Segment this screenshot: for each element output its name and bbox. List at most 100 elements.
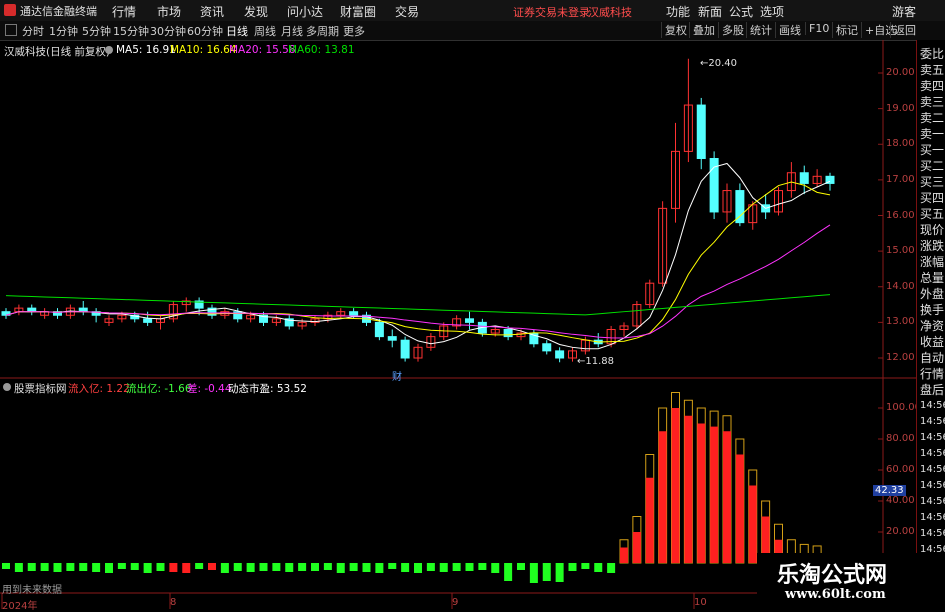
price-ytick-4: 16.00 — [886, 209, 915, 221]
toolbar-button-5[interactable]: F10 — [805, 22, 832, 35]
flow-bar — [465, 563, 474, 571]
flow-bar — [143, 563, 152, 573]
flow-fill-bar — [645, 477, 654, 563]
sidebar-item-9[interactable]: 买四 — [920, 190, 945, 206]
high-price-label: ←20.40 — [700, 58, 738, 69]
top-menu-bar: 通达信金融终端 行情 市场 资讯 发现 问小达 财富圈 交易 证券交易未登录 汉… — [0, 0, 945, 22]
toolbar-button-2[interactable]: 多股 — [718, 22, 747, 38]
sidebar-bottom-0[interactable]: 自动 — [920, 350, 945, 366]
indicator-ytick-2: 60.00 — [886, 464, 915, 475]
sidebar-item-16[interactable]: 换手 — [920, 302, 945, 318]
sidebar-item-14[interactable]: 总量 — [920, 270, 945, 286]
price-ytick-5: 15.00 — [886, 245, 915, 257]
toolbar-button-0[interactable]: 复权 — [661, 22, 690, 38]
sidebar-item-4[interactable]: 卖二 — [920, 110, 945, 126]
candle-body — [555, 350, 565, 359]
sidebar-item-12[interactable]: 涨跌 — [920, 238, 945, 254]
sidebar-item-6[interactable]: 买一 — [920, 142, 945, 158]
flow-bar — [246, 563, 255, 572]
ma60-line — [5, 294, 831, 316]
flow-fill-bar — [671, 408, 680, 563]
period-tab-6[interactable]: 日线 — [226, 23, 248, 39]
guest-label[interactable]: 游客 — [892, 3, 916, 20]
period-tab-10[interactable]: 更多 — [343, 23, 365, 39]
toolbar-button-6[interactable]: 标记 — [832, 22, 861, 38]
sidebar-item-17[interactable]: 净资 — [920, 318, 945, 334]
flow-bar — [311, 563, 319, 571]
menu-item-wealth[interactable]: 财富圈 — [340, 3, 376, 20]
flow-fill-bar — [697, 423, 706, 563]
sidebar-item-3[interactable]: 卖三 — [920, 94, 945, 110]
flow-bar — [388, 563, 397, 569]
sidebar-item-7[interactable]: 买二 — [920, 158, 945, 174]
flow-bar — [2, 563, 10, 569]
menu-function[interactable]: 功能 — [666, 3, 690, 20]
app-logo-icon — [4, 4, 16, 16]
chart-area[interactable] — [0, 40, 945, 609]
toolbar-button-1[interactable]: 叠加 — [689, 22, 718, 38]
settings-dot-icon[interactable] — [105, 46, 113, 54]
sidebar-bottom-2[interactable]: 盘后 — [920, 382, 945, 398]
period-tab-5[interactable]: 60分钟 — [187, 23, 223, 39]
sidebar-item-5[interactable]: 卖一 — [920, 126, 945, 142]
flow-bar — [529, 563, 538, 583]
menu-item-trade[interactable]: 交易 — [395, 3, 419, 20]
ma10-label: MA10: 16.64 — [170, 44, 237, 56]
menu-new-layout[interactable]: 新面 — [698, 3, 722, 20]
sidebar-item-2[interactable]: 卖四 — [920, 78, 945, 94]
flow-bar — [336, 563, 345, 573]
toggle-panel-icon[interactable] — [5, 24, 17, 36]
login-notice[interactable]: 证券交易未登录 — [513, 4, 590, 20]
ma60-label: MA60: 13.81 — [288, 44, 355, 56]
candle-body — [143, 318, 153, 323]
menu-item-quotes[interactable]: 行情 — [112, 3, 136, 20]
period-tab-1[interactable]: 1分钟 — [49, 23, 78, 39]
menu-options[interactable]: 选项 — [760, 3, 784, 20]
sidebar-item-11[interactable]: 现价 — [920, 222, 945, 238]
sidebar-item-10[interactable]: 买五 — [920, 206, 945, 222]
sidebar-bottom-1[interactable]: 行情 — [920, 366, 945, 382]
menu-item-ask[interactable]: 问小达 — [287, 3, 323, 20]
toolbar-button-8[interactable]: 返回 — [890, 22, 919, 38]
period-tab-8[interactable]: 月线 — [281, 23, 303, 39]
menu-formula[interactable]: 公式 — [729, 3, 753, 20]
price-ytick-1: 19.00 — [886, 102, 915, 114]
flow-bar — [105, 563, 113, 573]
candle-body — [503, 329, 513, 338]
menu-item-market[interactable]: 市场 — [157, 3, 181, 20]
sidebar-item-18[interactable]: 收益 — [920, 334, 945, 350]
period-tab-9[interactable]: 多周期 — [306, 23, 339, 39]
sidebar-item-1[interactable]: 卖五 — [920, 62, 945, 78]
indicator-settings-icon[interactable] — [3, 383, 11, 391]
sidebar-item-8[interactable]: 买三 — [920, 174, 945, 190]
toolbar-button-4[interactable]: 画线 — [775, 22, 804, 38]
sidebar-time-1: 14:56 — [920, 416, 945, 427]
menu-item-discover[interactable]: 发现 — [244, 3, 268, 20]
flow-bar — [130, 563, 139, 570]
flow-bar — [504, 563, 513, 581]
menu-item-news[interactable]: 资讯 — [200, 3, 224, 20]
period-tab-3[interactable]: 15分钟 — [113, 23, 149, 39]
period-tab-2[interactable]: 5分钟 — [82, 23, 111, 39]
flow-bar — [349, 563, 358, 571]
flow-bar — [27, 563, 36, 571]
flow-bar — [555, 563, 564, 582]
flow-bar — [195, 563, 204, 569]
period-tab-4[interactable]: 30分钟 — [150, 23, 186, 39]
flow-bar — [478, 563, 487, 570]
ma5-line — [5, 162, 831, 350]
indicator-ytick-3: 40.00 — [886, 495, 915, 506]
watermark-logo: 乐淘公式网 www.60lt.com — [757, 553, 945, 609]
x-label-aug: 8 — [170, 597, 177, 608]
period-tab-7[interactable]: 周线 — [254, 23, 276, 39]
candle-body — [387, 336, 397, 341]
sidebar-item-13[interactable]: 涨幅 — [920, 254, 945, 270]
low-price-label: ←11.88 — [577, 356, 615, 367]
sidebar-item-15[interactable]: 外盘 — [920, 286, 945, 302]
toolbar-button-3[interactable]: 统计 — [746, 22, 775, 38]
sidebar-item-0[interactable]: 委比 — [920, 46, 945, 62]
flow-bar — [220, 563, 229, 573]
period-tab-0[interactable]: 分时 — [22, 23, 44, 39]
x-label-year: 2024年 — [2, 601, 38, 612]
event-tag[interactable]: 财 — [392, 368, 402, 383]
